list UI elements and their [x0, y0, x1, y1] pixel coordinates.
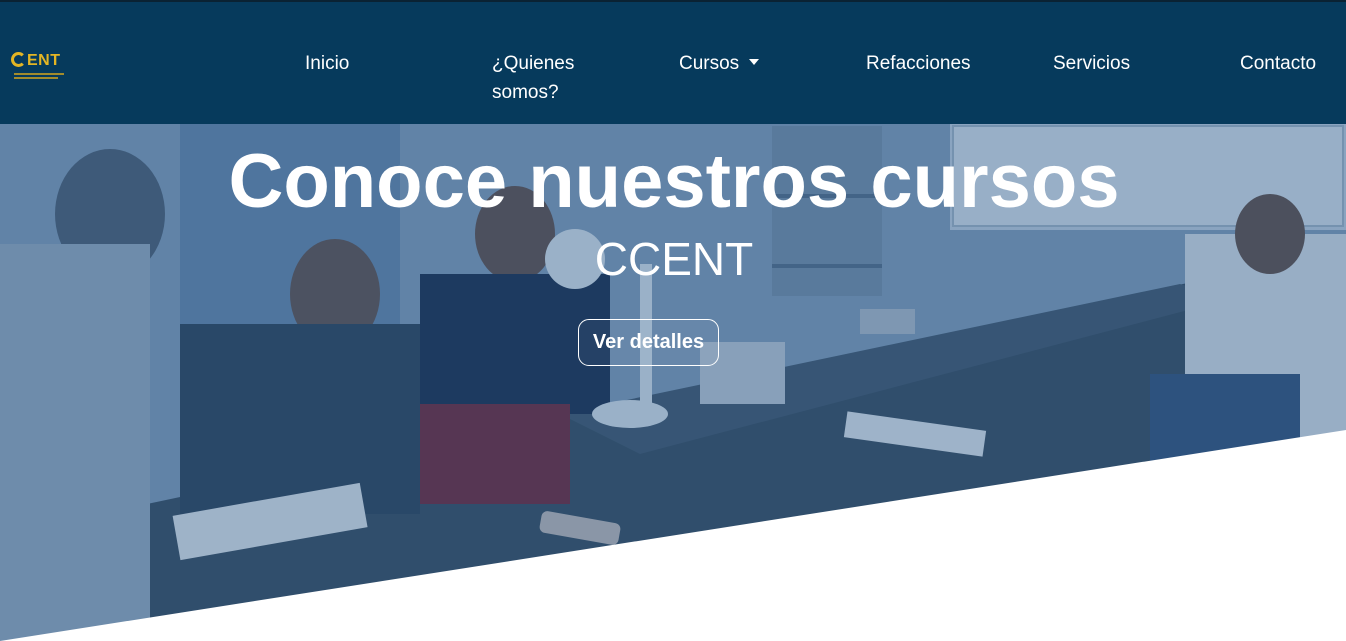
nav-refacciones[interactable]: Refacciones	[866, 49, 971, 78]
nav-quienes-line1: ¿Quienes	[492, 53, 575, 74]
nav-contacto[interactable]: Contacto	[1240, 49, 1316, 78]
ccent-logo[interactable]: ENT	[11, 52, 69, 82]
nav-inicio[interactable]: Inicio	[305, 49, 349, 78]
ver-detalles-button[interactable]: Ver detalles	[578, 319, 719, 366]
caret-down-icon	[749, 59, 760, 65]
logo-tagline-line	[14, 77, 58, 79]
nav-quienes-line2: somos?	[492, 82, 559, 103]
top-navbar: ENT Inicio ¿Quienes somos? Cursos Refacc…	[0, 0, 1346, 124]
hero-title: Conoce nuestros cursos	[228, 139, 1120, 224]
hero-subtitle: CCENT	[594, 233, 754, 285]
nav-cursos-label: Cursos	[679, 53, 740, 74]
nav-servicios[interactable]: Servicios	[1053, 49, 1130, 78]
nav-cursos-dropdown[interactable]: Cursos	[679, 49, 760, 78]
logo-wordmark: ENT	[11, 52, 61, 70]
nav-quienes-somos[interactable]: ¿Quienes somos?	[492, 49, 574, 107]
logo-tagline-line	[14, 73, 64, 75]
hero-banner: Conoce nuestros cursos CCENT Ver detalle…	[0, 124, 1346, 641]
logo-c-icon	[11, 52, 26, 67]
